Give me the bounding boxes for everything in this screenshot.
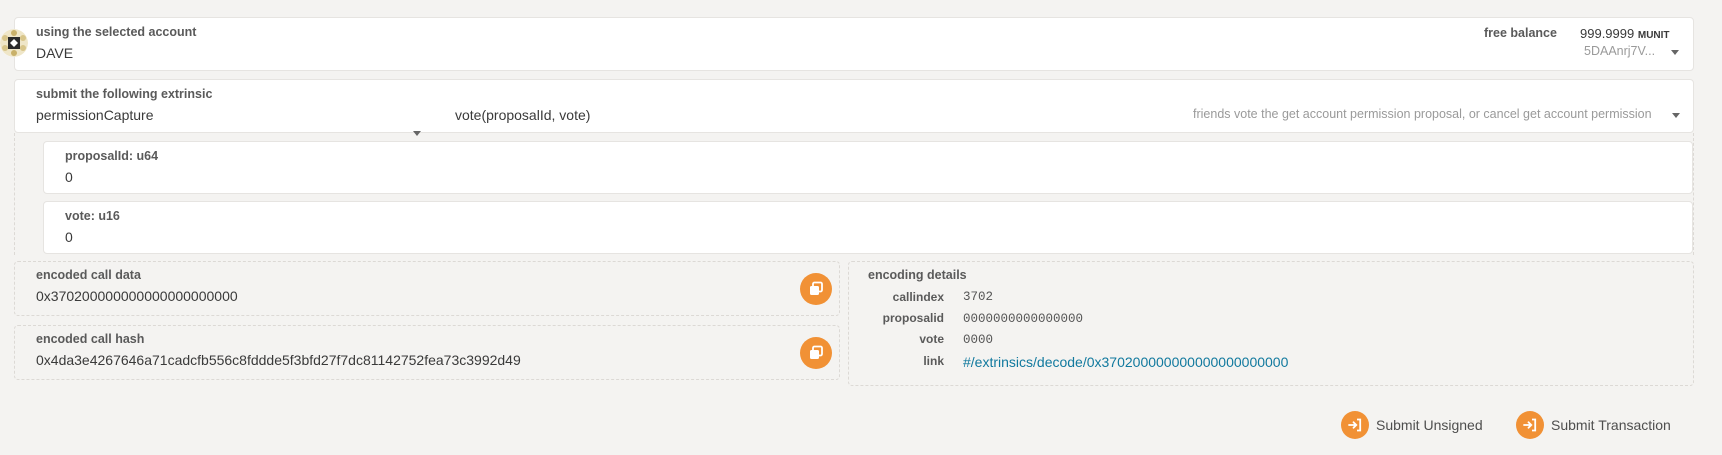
encoded-call-data-value: 0x370200000000000000000000: [36, 288, 238, 304]
param-label: vote: u16: [65, 209, 120, 223]
copy-button[interactable]: [800, 273, 832, 305]
encoded-call-data-panel: encoded call data 0x37020000000000000000…: [14, 261, 840, 316]
sign-in-icon: [1348, 418, 1362, 432]
submit-unsigned-label: Submit Unsigned: [1376, 417, 1483, 433]
extrinsic-selector: submit the following extrinsic permissio…: [14, 79, 1694, 136]
link-key: link: [923, 354, 944, 368]
avatar: [0, 29, 28, 57]
encoded-call-hash-panel: encoded call hash 0x4da3e4267646a71cadcf…: [14, 325, 840, 380]
account-address: 5DAAnrj7V...: [1584, 44, 1656, 58]
balance-amount: 999.9999: [1580, 26, 1635, 41]
method-value: vote(proposalId, vote): [455, 107, 591, 123]
method-dropdown[interactable]: vote(proposalId, vote) friends vote the …: [445, 98, 1690, 130]
module-value: permissionCapture: [36, 107, 154, 123]
identicon-icon: [0, 29, 28, 57]
method-description: friends vote the get account permission …: [1193, 107, 1652, 121]
encoding-details-panel: encoding details callindex 3702 proposal…: [848, 261, 1694, 386]
submit-transaction-button[interactable]: Submit Transaction: [1516, 411, 1671, 439]
module-dropdown[interactable]: permissionCapture: [15, 100, 425, 136]
param-proposalid-field[interactable]: proposalId: u64 0: [43, 141, 1693, 194]
account-name: DAVE: [36, 45, 74, 61]
encoded-call-hash-value: 0x4da3e4267646a71cadcfb556c8fddde5f3bfd2…: [36, 352, 521, 368]
encoding-details-label: encoding details: [868, 268, 967, 282]
decode-link[interactable]: #/extrinsics/decode/0x370200000000000000…: [963, 354, 1288, 370]
free-balance-label: free balance: [1484, 26, 1557, 40]
copy-icon: [810, 281, 823, 295]
extrinsic-label: submit the following extrinsic: [36, 87, 213, 101]
encoded-call-hash-label: encoded call hash: [36, 332, 145, 346]
copy-button[interactable]: [800, 337, 832, 369]
account-selector[interactable]: using the selected account DAVE free bal…: [14, 17, 1694, 71]
param-value: 0: [65, 169, 73, 185]
vote-key: vote: [919, 332, 944, 346]
submit-unsigned-button[interactable]: Submit Unsigned: [1341, 411, 1483, 439]
proposalid-value: 0000000000000000: [963, 312, 1084, 326]
free-balance-value: 999.9999 MUNIT: [1580, 26, 1670, 41]
balance-unit: MUNIT: [1637, 30, 1670, 41]
proposalid-key: proposalid: [882, 311, 944, 325]
vote-value: 0000: [963, 333, 994, 347]
submit-transaction-label: Submit Transaction: [1551, 417, 1671, 433]
chevron-down-icon[interactable]: [1671, 50, 1679, 55]
account-label: using the selected account: [36, 25, 197, 39]
param-vote-field[interactable]: vote: u16 0: [43, 201, 1693, 254]
encoded-call-data-label: encoded call data: [36, 268, 141, 282]
callindex-value: 3702: [963, 290, 994, 304]
param-label: proposalId: u64: [65, 149, 159, 163]
param-value: 0: [65, 229, 73, 245]
copy-icon: [810, 345, 823, 359]
chevron-down-icon: [1672, 113, 1680, 118]
callindex-key: callindex: [892, 290, 944, 304]
sign-in-icon: [1523, 418, 1537, 432]
